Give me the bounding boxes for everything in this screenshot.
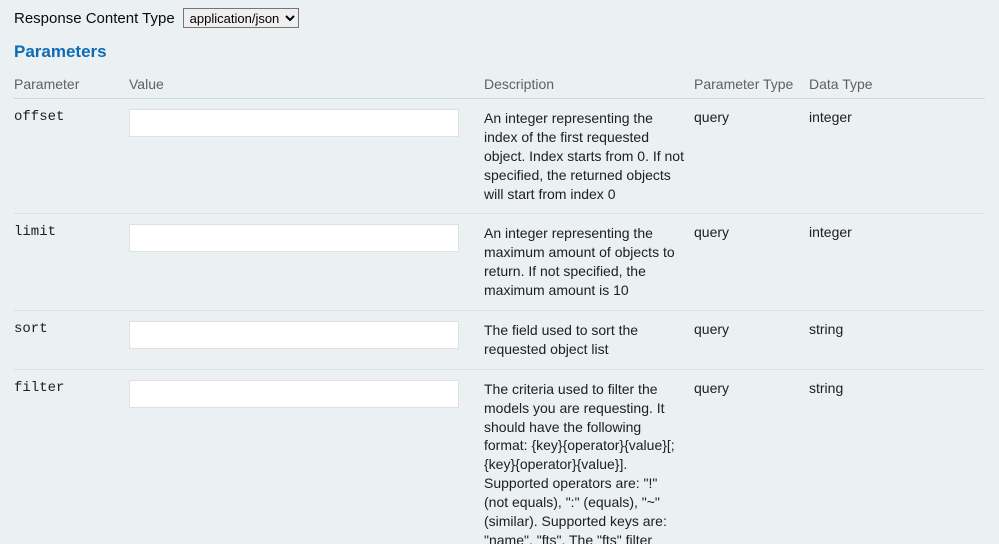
param-datatype-cell: integer: [809, 99, 985, 214]
param-sort-input[interactable]: [129, 321, 459, 349]
param-limit-input[interactable]: [129, 224, 459, 252]
response-content-type-row: Response Content Type application/json: [14, 8, 985, 28]
param-datatype-cell: string: [809, 311, 985, 370]
table-row: sort The field used to sort the requeste…: [14, 311, 985, 370]
param-value-cell: [129, 214, 484, 311]
parameters-header-row: Parameter Value Description Parameter Ty…: [14, 70, 985, 99]
param-type-cell: query: [694, 214, 809, 311]
param-type-cell: query: [694, 99, 809, 214]
table-row: limit An integer representing the maximu…: [14, 214, 985, 311]
response-content-type-label: Response Content Type: [14, 10, 175, 27]
param-value-cell: [129, 311, 484, 370]
param-datatype-cell: integer: [809, 214, 985, 311]
param-offset-input[interactable]: [129, 109, 459, 137]
param-value-cell: [129, 99, 484, 214]
param-type-cell: query: [694, 369, 809, 544]
param-name-cell: limit: [14, 214, 129, 311]
col-header-data-type: Data Type: [809, 70, 985, 99]
col-header-parameter-type: Parameter Type: [694, 70, 809, 99]
api-parameters-panel: Response Content Type application/json P…: [0, 0, 999, 544]
param-name-cell: sort: [14, 311, 129, 370]
param-datatype-cell: string: [809, 369, 985, 544]
col-header-value: Value: [129, 70, 484, 99]
parameters-heading: Parameters: [14, 42, 985, 62]
col-header-parameter: Parameter: [14, 70, 129, 99]
param-name-cell: filter: [14, 369, 129, 544]
param-filter-input[interactable]: [129, 380, 459, 408]
param-description-cell: An integer representing the maximum amou…: [484, 214, 694, 311]
param-value-cell: [129, 369, 484, 544]
param-description-cell: An integer representing the index of the…: [484, 99, 694, 214]
response-content-type-select[interactable]: application/json: [183, 8, 299, 28]
parameters-table: Parameter Value Description Parameter Ty…: [14, 70, 985, 544]
param-description-cell: The criteria used to filter the models y…: [484, 369, 694, 544]
table-row: offset An integer representing the index…: [14, 99, 985, 214]
param-description-cell: The field used to sort the requested obj…: [484, 311, 694, 370]
col-header-description: Description: [484, 70, 694, 99]
param-name-cell: offset: [14, 99, 129, 214]
param-type-cell: query: [694, 311, 809, 370]
table-row: filter The criteria used to filter the m…: [14, 369, 985, 544]
